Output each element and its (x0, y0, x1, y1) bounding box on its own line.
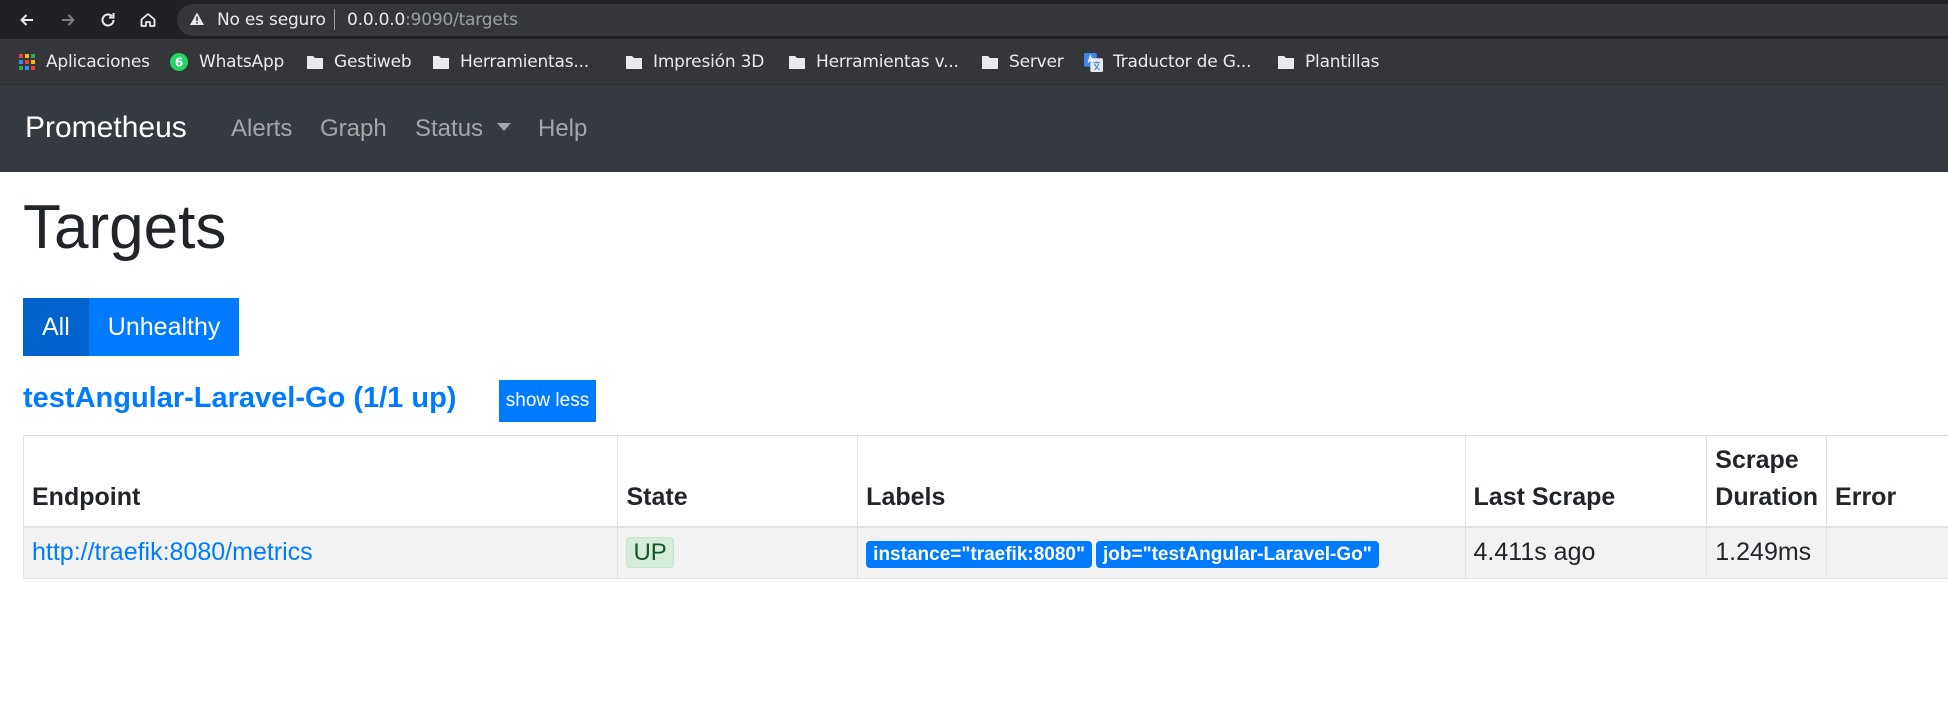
forward-button[interactable] (54, 6, 82, 34)
back-arrow-icon (20, 14, 33, 26)
forward-arrow-icon (62, 14, 75, 26)
folder-icon (626, 56, 642, 69)
filter-all-button[interactable]: All (23, 298, 89, 356)
bookmark-whatsapp[interactable]: 6 WhatsApp (169, 51, 284, 73)
scrape-duration-cell: 1.249ms (1706, 526, 1828, 579)
error-cell (1826, 526, 1948, 579)
label-badge-instance: instance="traefik:8080" (866, 540, 1092, 568)
labels-cell: instance="traefik:8080" job="testAngular-… (857, 526, 1466, 579)
bookmark-aplicaciones[interactable]: Aplicaciones (18, 51, 150, 73)
home-icon (140, 13, 156, 27)
state-cell: UP (617, 526, 859, 579)
folder-icon (982, 56, 998, 69)
reload-button[interactable] (94, 6, 122, 34)
home-button[interactable] (134, 6, 162, 34)
bookmark-herramientas[interactable]: Herramientas... (432, 51, 589, 73)
bookmark-impresion-3d[interactable]: Impresión 3D (625, 51, 764, 73)
show-less-button[interactable]: show less (499, 380, 596, 422)
folder-icon (789, 56, 805, 69)
nav-help[interactable]: Help (538, 115, 587, 143)
apps-grid-icon (19, 54, 35, 70)
security-status[interactable]: No es seguro (217, 10, 326, 30)
header-last-scrape: Last Scrape (1464, 435, 1708, 528)
folder-icon (307, 56, 323, 69)
folder-icon (1278, 56, 1294, 69)
svg-text:6: 6 (175, 56, 183, 70)
page-title: Targets (23, 193, 227, 262)
brand-link[interactable]: Prometheus (25, 111, 187, 145)
nav-graph[interactable]: Graph (320, 115, 387, 143)
filter-unhealthy-button[interactable]: Unhealthy (88, 298, 240, 356)
nav-status-dropdown[interactable]: Status (415, 115, 512, 143)
nav-alerts[interactable]: Alerts (231, 115, 292, 143)
header-scrape-duration: Scrape Duration (1706, 435, 1828, 528)
job-title-link[interactable]: testAngular-Laravel-Go (1/1 up) (23, 382, 456, 415)
label-badge-job: job="testAngular-Laravel-Go" (1096, 540, 1379, 568)
back-button[interactable] (13, 6, 41, 34)
bookmarks-bar: Aplicaciones 6 WhatsApp Gestiweb Herrami… (0, 39, 1948, 85)
header-state: State (617, 435, 859, 528)
prometheus-navbar: Prometheus Alerts Graph Status Help (0, 85, 1948, 172)
endpoint-cell: http://traefik:8080/metrics (22, 526, 619, 579)
bookmark-herramientas-v[interactable]: Herramientas v... (788, 51, 959, 73)
omnibox-divider (334, 9, 335, 30)
header-labels: Labels (857, 435, 1466, 528)
table-header-row: Endpoint State Labels Last Scrape Scrape… (22, 435, 1948, 528)
endpoint-link[interactable]: http://traefik:8080/metrics (32, 538, 313, 566)
table-row: http://traefik:8080/metrics UP instance=… (22, 526, 1948, 579)
targets-table: Endpoint State Labels Last Scrape Scrape… (22, 435, 1948, 579)
folder-icon (433, 56, 449, 69)
warning-icon[interactable] (189, 11, 205, 27)
header-error: Error (1826, 435, 1948, 528)
last-scrape-cell: 4.411s ago (1464, 526, 1708, 579)
google-translate-icon (1084, 52, 1103, 72)
reload-icon (101, 13, 115, 27)
browser-toolbar: No es seguro 0.0.0.0:9090/targets (0, 0, 1948, 39)
state-badge: UP (626, 537, 674, 569)
whatsapp-icon: 6 (170, 53, 188, 71)
bookmark-gestiweb[interactable]: Gestiweb (306, 51, 412, 73)
caret-down-icon (497, 122, 512, 131)
header-endpoint: Endpoint (22, 435, 619, 528)
bookmark-traductor[interactable]: Traductor de G... (1084, 51, 1252, 73)
target-filter-group: All Unhealthy (23, 298, 240, 356)
bookmark-server[interactable]: Server (981, 51, 1064, 73)
bookmark-plantillas[interactable]: Plantillas (1277, 51, 1379, 73)
url-text[interactable]: 0.0.0.0:9090/targets (347, 10, 518, 30)
